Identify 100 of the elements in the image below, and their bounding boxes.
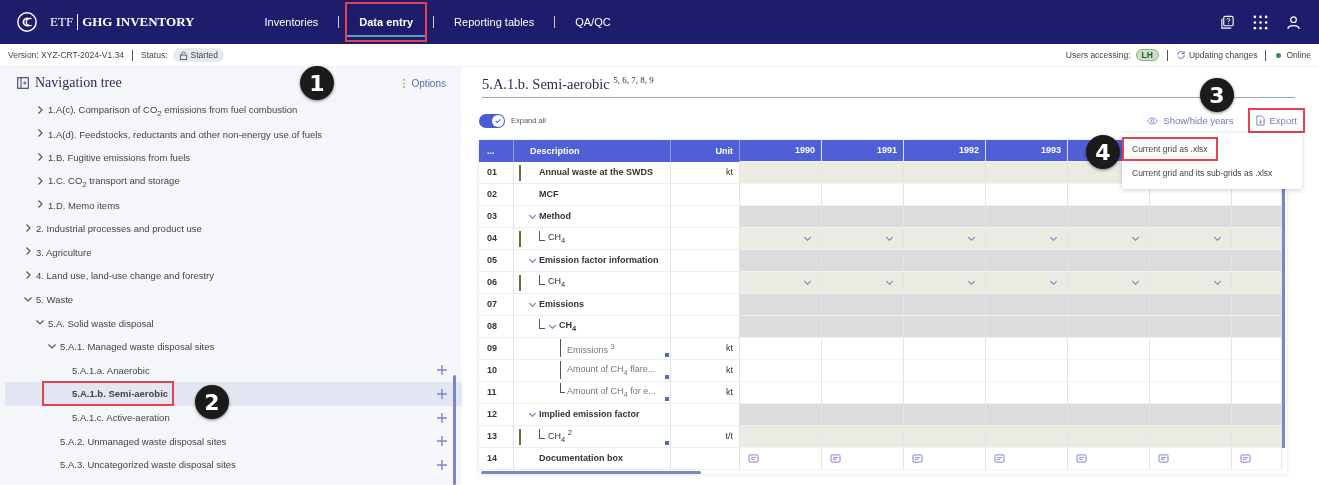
- expand-all-toggle[interactable]: [479, 113, 505, 128]
- comment-icon[interactable]: [1158, 453, 1169, 463]
- data-cell[interactable]: [1150, 271, 1232, 294]
- tree-item[interactable]: 2. Industrial processes and product use: [5, 216, 462, 241]
- tree-item[interactable]: 5.A.3. Uncategorized waste disposal sites: [5, 452, 462, 477]
- data-cell[interactable]: [986, 425, 1068, 448]
- data-cell[interactable]: [1068, 271, 1150, 294]
- chevron-right-icon[interactable]: [23, 269, 33, 280]
- data-cell[interactable]: [1232, 359, 1282, 382]
- chevron-right-icon[interactable]: [35, 175, 45, 186]
- data-cell[interactable]: [740, 161, 822, 184]
- data-cell[interactable]: [904, 161, 986, 184]
- comment-icon[interactable]: [830, 453, 841, 463]
- data-cell[interactable]: [822, 227, 904, 250]
- scrollbar[interactable]: [453, 375, 456, 485]
- tree-item[interactable]: 5.A.2. Unmanaged waste disposal sites: [5, 429, 462, 453]
- data-cell[interactable]: [1068, 447, 1150, 470]
- data-cell[interactable]: [1068, 227, 1150, 250]
- add-icon[interactable]: [436, 411, 448, 424]
- user-icon[interactable]: [1286, 14, 1301, 30]
- tree-item[interactable]: 1.D. Memo items: [5, 193, 462, 217]
- tree-item[interactable]: 5.A.1. Managed waste disposal sites: [5, 334, 462, 359]
- data-cell[interactable]: [986, 337, 1068, 360]
- tree-item[interactable]: 3. Agriculture: [5, 240, 462, 265]
- data-cell[interactable]: [822, 425, 904, 448]
- data-cell[interactable]: [822, 359, 904, 382]
- comment-icon[interactable]: [1240, 453, 1251, 463]
- chevron-right-icon[interactable]: [23, 246, 33, 257]
- data-cell[interactable]: [1068, 425, 1150, 448]
- data-cell[interactable]: [740, 425, 822, 448]
- data-cell[interactable]: [986, 227, 1068, 250]
- data-cell[interactable]: [822, 381, 904, 404]
- tree-item[interactable]: 5.A. Solid waste disposal: [5, 311, 462, 335]
- data-cell[interactable]: [1232, 337, 1282, 360]
- data-cell[interactable]: [822, 271, 904, 294]
- kebab-icon[interactable]: [401, 77, 406, 89]
- data-cell[interactable]: [986, 183, 1068, 206]
- data-cell[interactable]: [1232, 425, 1282, 448]
- data-cell[interactable]: [1232, 447, 1282, 470]
- tree-item[interactable]: 5.A.1.a. Anaerobic: [5, 358, 462, 383]
- data-cell[interactable]: [986, 381, 1068, 404]
- data-cell[interactable]: [1150, 359, 1232, 382]
- add-icon[interactable]: [436, 458, 448, 471]
- data-cell[interactable]: [740, 447, 822, 470]
- data-cell[interactable]: [740, 381, 822, 404]
- collapse-panel-icon[interactable]: [17, 77, 29, 89]
- data-cell[interactable]: [1232, 271, 1282, 294]
- data-cell[interactable]: [822, 447, 904, 470]
- menu-item[interactable]: Current grid and its sub-grids as .xlsx: [1122, 161, 1283, 185]
- data-cell[interactable]: [740, 359, 822, 382]
- data-cell[interactable]: [740, 227, 822, 250]
- data-cell[interactable]: [1150, 425, 1232, 448]
- options-button[interactable]: Options: [411, 77, 446, 89]
- data-cell[interactable]: [904, 183, 986, 206]
- tree-item[interactable]: 1.C. CO$_{2}$ transport and storage: [5, 169, 462, 194]
- comment-icon[interactable]: [748, 453, 759, 463]
- data-cell[interactable]: [1150, 447, 1232, 470]
- menu-item[interactable]: Current grid as .xlsx: [1122, 137, 1218, 161]
- scrollbar[interactable]: [481, 470, 701, 474]
- chevron-right-icon[interactable]: [23, 222, 33, 233]
- chevron-right-icon[interactable]: [35, 152, 45, 162]
- export-button[interactable]: Export: [1247, 108, 1305, 134]
- nav-tab[interactable]: Reporting tables: [440, 2, 549, 42]
- data-cell[interactable]: [740, 183, 822, 206]
- data-cell[interactable]: [986, 447, 1068, 470]
- tree-item[interactable]: 1.B. Fugitive emissions from fuels: [5, 146, 462, 170]
- add-icon[interactable]: [436, 387, 448, 400]
- nav-tab[interactable]: Data entry: [345, 2, 428, 42]
- comment-icon[interactable]: [994, 453, 1005, 463]
- tree-item[interactable]: 1.A(d). Feedstocks, reductants and other non-energy use of fuels: [5, 122, 462, 147]
- data-cell[interactable]: [1150, 227, 1232, 250]
- chevron-right-icon[interactable]: [35, 199, 45, 210]
- tree-item[interactable]: 5. Waste: [5, 287, 462, 312]
- help-icon[interactable]: [1220, 14, 1235, 30]
- add-icon[interactable]: [436, 364, 448, 377]
- data-cell[interactable]: [1232, 381, 1282, 404]
- tree-item[interactable]: 4. Land use, land-use change and forestry: [5, 264, 462, 288]
- data-cell[interactable]: [1068, 381, 1150, 404]
- chevron-right-icon[interactable]: [35, 104, 45, 115]
- data-cell[interactable]: [986, 161, 1068, 184]
- nav-tab[interactable]: Inventories: [250, 2, 333, 42]
- data-cell[interactable]: [740, 271, 822, 294]
- data-cell[interactable]: [822, 337, 904, 360]
- tree-item[interactable]: 1.A(c). Comparison of CO$_{2}$ emissions from fuel combustion: [5, 99, 462, 123]
- comment-icon[interactable]: [1076, 453, 1087, 463]
- data-cell[interactable]: [904, 271, 986, 294]
- data-cell[interactable]: [1150, 381, 1232, 404]
- comment-icon[interactable]: [912, 453, 923, 463]
- data-cell[interactable]: [904, 447, 986, 470]
- data-cell[interactable]: [986, 359, 1068, 382]
- data-cell[interactable]: [904, 227, 986, 250]
- chevron-right-icon[interactable]: [35, 128, 45, 139]
- data-cell[interactable]: [904, 425, 986, 448]
- data-cell[interactable]: [904, 359, 986, 382]
- data-cell[interactable]: [822, 161, 904, 184]
- add-icon[interactable]: [436, 435, 448, 448]
- nav-tab[interactable]: QA/QC: [561, 2, 625, 42]
- data-cell[interactable]: [740, 337, 822, 360]
- data-cell[interactable]: [904, 337, 986, 360]
- data-cell[interactable]: [1232, 227, 1282, 250]
